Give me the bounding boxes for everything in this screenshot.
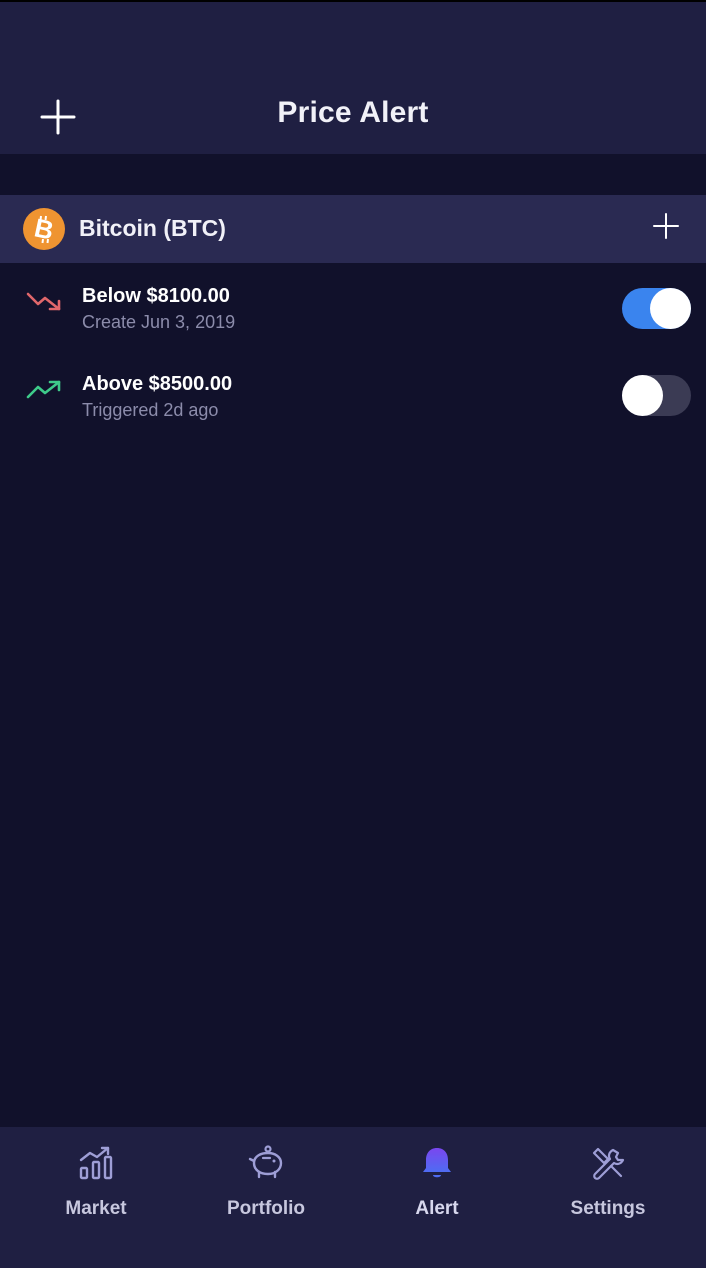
nav-label: Market xyxy=(65,1198,127,1219)
app-header: Price Alert xyxy=(0,0,706,154)
coin-section-header: B Bitcoin (BTC) xyxy=(0,195,706,263)
nav-label: Settings xyxy=(570,1198,646,1219)
chart-bars-icon xyxy=(79,1146,113,1180)
alert-item[interactable]: Above $8500.00 Triggered 2d ago xyxy=(0,356,706,436)
toggle-knob xyxy=(650,288,691,329)
toggle-knob xyxy=(622,375,663,416)
nav-item-settings[interactable]: Settings xyxy=(520,1127,696,1268)
plus-icon xyxy=(653,213,679,239)
alert-item[interactable]: Below $8100.00 Create Jun 3, 2019 xyxy=(0,268,706,348)
piggy-bank-icon xyxy=(248,1145,283,1179)
bell-icon xyxy=(423,1148,451,1178)
nav-item-alert[interactable]: Alert xyxy=(349,1127,525,1268)
alert-title: Above $8500.00 xyxy=(82,373,233,395)
bitcoin-icon: B xyxy=(23,208,65,250)
top-divider xyxy=(0,0,706,2)
page-title: Price Alert xyxy=(277,96,429,129)
alert-toggle[interactable] xyxy=(622,288,691,329)
alert-subtitle: Create Jun 3, 2019 xyxy=(82,312,236,332)
bottom-nav: Market Portfolio Alert Settings xyxy=(0,1127,706,1268)
nav-item-portfolio[interactable]: Portfolio xyxy=(178,1127,354,1268)
svg-text:B: B xyxy=(32,212,57,245)
nav-label: Alert xyxy=(415,1198,459,1219)
add-coin-alert-button[interactable] xyxy=(651,211,681,241)
nav-item-market[interactable]: Market xyxy=(8,1127,184,1268)
coin-name: Bitcoin (BTC) xyxy=(79,215,226,241)
tools-icon xyxy=(592,1147,625,1180)
price-alert-screen: Price Alert B Bitcoin (BTC) Below $8100.… xyxy=(0,0,706,1268)
trend-up-icon xyxy=(26,380,61,399)
nav-label: Portfolio xyxy=(226,1198,306,1219)
alert-title: Below $8100.00 xyxy=(82,285,230,307)
alert-toggle[interactable] xyxy=(622,375,691,416)
alert-subtitle: Triggered 2d ago xyxy=(82,400,219,420)
trend-down-icon xyxy=(26,292,61,311)
